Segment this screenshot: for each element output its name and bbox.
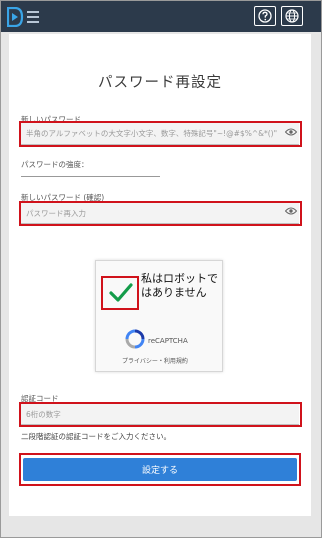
help-button[interactable] bbox=[254, 6, 276, 26]
auth-code-hint: 二段階認証の認証コードをご入力ください。 bbox=[21, 432, 171, 441]
password-reset-card: パスワード再設定 新しいパスワード 半角のアルファベットの大文字小文字、数字、特… bbox=[9, 34, 311, 516]
app-frame: パスワード再設定 新しいパスワード 半角のアルファベットの大文字小文字、数字、特… bbox=[0, 0, 322, 538]
recaptcha-widget: 私はロボットではありません reCAPTCHA プライバシー・利用規約 bbox=[95, 260, 223, 372]
globe-icon bbox=[285, 9, 299, 23]
confirm-password-highlight bbox=[19, 201, 302, 226]
password-strength-label: パスワードの強度： bbox=[21, 160, 89, 169]
auth-code-highlight bbox=[19, 402, 302, 427]
submit-button-highlight bbox=[19, 453, 301, 486]
captcha-checkbox-highlight bbox=[101, 276, 139, 310]
recaptcha-brand: reCAPTCHA bbox=[148, 337, 188, 345]
new-password-highlight bbox=[19, 121, 302, 147]
captcha-label: 私はロボットではありません bbox=[141, 272, 218, 299]
language-button[interactable] bbox=[281, 6, 303, 26]
password-strength-meter bbox=[21, 176, 160, 177]
page-title: パスワード再設定 bbox=[98, 75, 222, 91]
help-icon bbox=[258, 9, 272, 23]
recaptcha-icon bbox=[125, 329, 145, 349]
top-bar bbox=[1, 1, 321, 32]
app-logo-icon[interactable] bbox=[7, 7, 43, 27]
recaptcha-privacy-link[interactable]: プライバシー・利用規約 bbox=[122, 356, 188, 365]
